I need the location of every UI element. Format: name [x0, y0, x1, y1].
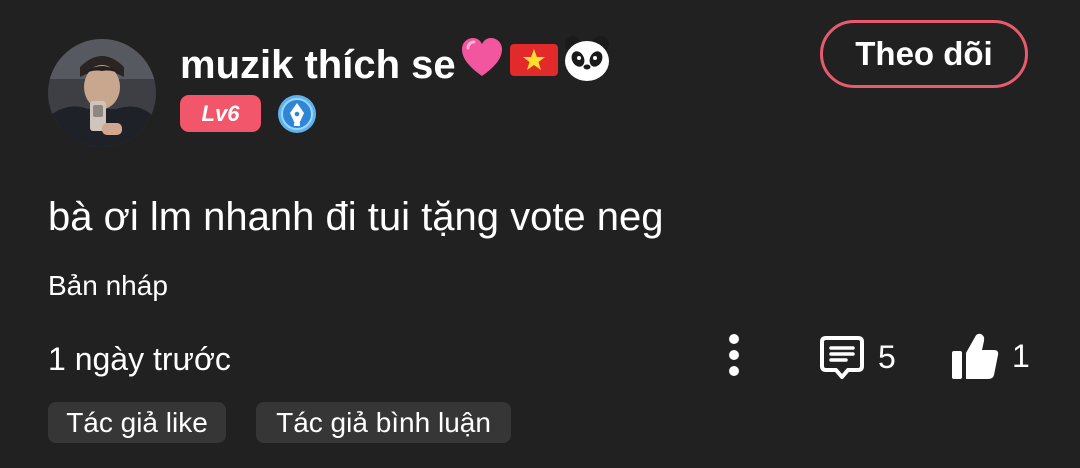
- timestamp: 1 ngày trước: [48, 341, 231, 377]
- comment-bubble-icon: [820, 336, 864, 379]
- author-liked-tag: Tác giả like: [48, 402, 226, 443]
- author-commented-tag: Tác giả bình luận: [256, 402, 511, 443]
- draft-label: Bản nháp: [48, 270, 168, 301]
- pen-nib-badge-icon: [278, 95, 316, 133]
- level-badge: Lv6: [180, 95, 261, 132]
- pink-heart-icon: [461, 38, 502, 76]
- reply-button[interactable]: 5: [818, 332, 896, 382]
- vietnam-flag-icon: [509, 44, 558, 76]
- avatar[interactable]: [48, 39, 156, 147]
- panda-face-icon: [564, 36, 609, 81]
- comment-text: bà ơi lm nhanh đi tui tặng vote neg: [48, 195, 664, 239]
- like-button[interactable]: 1: [950, 330, 1030, 382]
- username[interactable]: muzik thích se: [180, 34, 612, 88]
- user-photo-avatar: [48, 39, 156, 147]
- username-emojis: [458, 34, 612, 82]
- follow-button[interactable]: Theo dõi: [820, 20, 1028, 88]
- vertical-dots-icon[interactable]: [718, 332, 750, 380]
- thumbs-up-icon: [952, 333, 999, 379]
- reply-count: 5: [878, 339, 896, 375]
- username-text: muzik thích se: [180, 43, 456, 87]
- like-count: 1: [1012, 338, 1030, 374]
